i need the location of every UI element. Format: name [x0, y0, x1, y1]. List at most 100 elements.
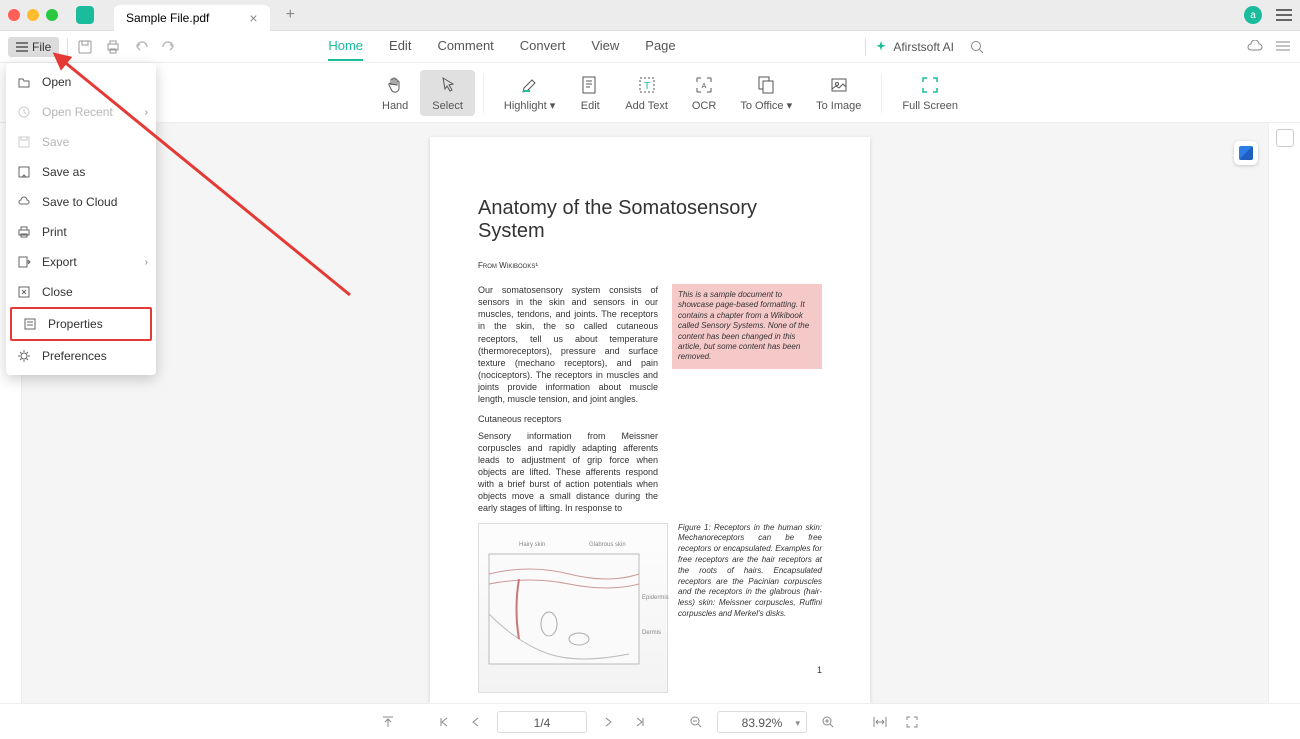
next-page-icon[interactable] — [597, 711, 619, 733]
ai-button[interactable]: Afirstsoft AI — [874, 40, 954, 54]
menu-save-as[interactable]: Save as — [6, 157, 156, 187]
nav-tabs: Home Edit Comment Convert View Page — [328, 32, 675, 61]
close-window[interactable] — [8, 9, 20, 21]
right-sidebar-rail[interactable] — [1268, 123, 1300, 703]
quick-access-bar: File Home Edit Comment Convert View Page… — [0, 31, 1300, 63]
file-label: File — [32, 40, 51, 54]
svg-text:Dermis: Dermis — [642, 630, 661, 636]
add-text-icon: T — [636, 74, 658, 96]
add-text-tool[interactable]: T Add Text — [613, 70, 680, 116]
menu-open-recent[interactable]: Open Recent › — [6, 97, 156, 127]
menu-properties[interactable]: Properties — [12, 309, 150, 339]
menu-preferences[interactable]: Preferences — [6, 341, 156, 371]
edit-page-icon — [579, 74, 601, 96]
document-viewport[interactable]: Anatomy of the Somatosensory System From… — [0, 123, 1300, 703]
doc-figure: Hairy skin Glabrous skin Epidermis Dermi… — [478, 523, 668, 693]
menu-print[interactable]: Print — [6, 217, 156, 247]
doc-figure-caption: Figure 1: Receptors in the human skin: M… — [678, 523, 822, 693]
hand-icon — [384, 74, 406, 96]
maximize-window[interactable] — [46, 9, 58, 21]
doc-page-number: 1 — [817, 665, 822, 675]
chevron-right-icon: › — [145, 107, 148, 118]
redo-icon[interactable] — [160, 38, 178, 56]
folder-open-icon — [16, 74, 32, 90]
save-icon[interactable] — [76, 38, 94, 56]
close-tab-icon[interactable]: × — [249, 10, 257, 26]
cloud-icon — [16, 194, 32, 210]
menu-close[interactable]: Close — [6, 277, 156, 307]
status-bar: 1/4 83.92% — [0, 703, 1300, 739]
tab-page[interactable]: Page — [645, 32, 675, 61]
ocr-tool[interactable]: A OCR — [680, 70, 728, 116]
title-bar: Sample File.pdf × + a — [0, 0, 1300, 31]
tab-home[interactable]: Home — [328, 32, 363, 61]
menu-save-to-cloud[interactable]: Save to Cloud — [6, 187, 156, 217]
chevron-right-icon: › — [145, 257, 148, 268]
page-indicator[interactable]: 1/4 — [497, 711, 587, 733]
print-icon[interactable] — [104, 38, 122, 56]
zoom-level[interactable]: 83.92% — [717, 711, 807, 733]
app-logo — [76, 6, 94, 24]
svg-text:A: A — [702, 83, 707, 90]
prev-page-icon[interactable] — [465, 711, 487, 733]
tab-edit[interactable]: Edit — [389, 32, 411, 61]
hand-tool[interactable]: Hand — [370, 70, 420, 116]
to-image-tool[interactable]: To Image — [804, 70, 873, 116]
doc-title: Anatomy of the Somatosensory System — [478, 197, 822, 243]
to-office-tool[interactable]: To Office ▾ — [728, 69, 804, 116]
minimize-window[interactable] — [27, 9, 39, 21]
menu-save[interactable]: Save — [6, 127, 156, 157]
tab-comment[interactable]: Comment — [437, 32, 493, 61]
select-tool[interactable]: Select — [420, 70, 475, 116]
cloud-sync-icon[interactable] — [1246, 38, 1264, 56]
first-page-icon[interactable] — [433, 711, 455, 733]
zoom-out-icon[interactable] — [685, 711, 707, 733]
menu-export[interactable]: Export › — [6, 247, 156, 277]
edit-tool[interactable]: Edit — [567, 70, 613, 116]
zoom-in-icon[interactable] — [817, 711, 839, 733]
svg-text:Glabrous skin: Glabrous skin — [589, 542, 626, 548]
doc-paragraph: Our somatosensory system consists of sen… — [478, 284, 658, 405]
user-avatar[interactable]: a — [1244, 6, 1262, 24]
undo-icon[interactable] — [132, 38, 150, 56]
right-panel-toggle[interactable] — [1276, 129, 1294, 147]
sparkle-icon — [874, 40, 888, 54]
save-icon — [16, 134, 32, 150]
translate-badge[interactable] — [1234, 141, 1258, 165]
new-tab-button[interactable]: + — [286, 6, 295, 24]
pdf-page: Anatomy of the Somatosensory System From… — [430, 137, 870, 703]
last-page-icon[interactable] — [629, 711, 651, 733]
fit-width-icon[interactable] — [869, 711, 891, 733]
main-menu-icon[interactable] — [1276, 9, 1292, 21]
window-controls — [8, 9, 58, 21]
ocr-icon: A — [693, 74, 715, 96]
svg-text:T: T — [644, 81, 650, 92]
svg-text:Hairy skin: Hairy skin — [519, 542, 545, 548]
clock-icon — [16, 104, 32, 120]
file-menu-button[interactable]: File — [8, 37, 59, 57]
menu-open[interactable]: Open — [6, 67, 156, 97]
close-file-icon — [16, 284, 32, 300]
collapse-ribbon-icon[interactable] — [1274, 38, 1292, 56]
ribbon: Hand Select Highlight ▾ Edit T Add Text … — [0, 63, 1300, 123]
doc-subtitle: From Wikibooks¹ — [478, 261, 822, 270]
fullscreen-tool[interactable]: Full Screen — [890, 70, 970, 116]
to-image-icon — [828, 74, 850, 96]
search-icon[interactable] — [968, 38, 986, 56]
tab-convert[interactable]: Convert — [520, 32, 566, 61]
hamburger-icon — [16, 42, 28, 52]
export-icon — [16, 254, 32, 270]
document-tab[interactable]: Sample File.pdf × — [114, 5, 270, 31]
translate-icon — [1239, 146, 1253, 160]
svg-text:Epidermis: Epidermis — [642, 595, 669, 601]
print-icon — [16, 224, 32, 240]
to-office-icon — [755, 73, 777, 95]
tab-view[interactable]: View — [591, 32, 619, 61]
fit-page-icon[interactable] — [901, 711, 923, 733]
scroll-top-icon[interactable] — [377, 711, 399, 733]
tab-title: Sample File.pdf — [126, 11, 209, 25]
doc-paragraph: Sensory information from Meissner corpus… — [478, 430, 658, 515]
highlighter-icon — [519, 73, 541, 95]
cursor-icon — [437, 74, 459, 96]
highlight-tool[interactable]: Highlight ▾ — [492, 69, 567, 116]
